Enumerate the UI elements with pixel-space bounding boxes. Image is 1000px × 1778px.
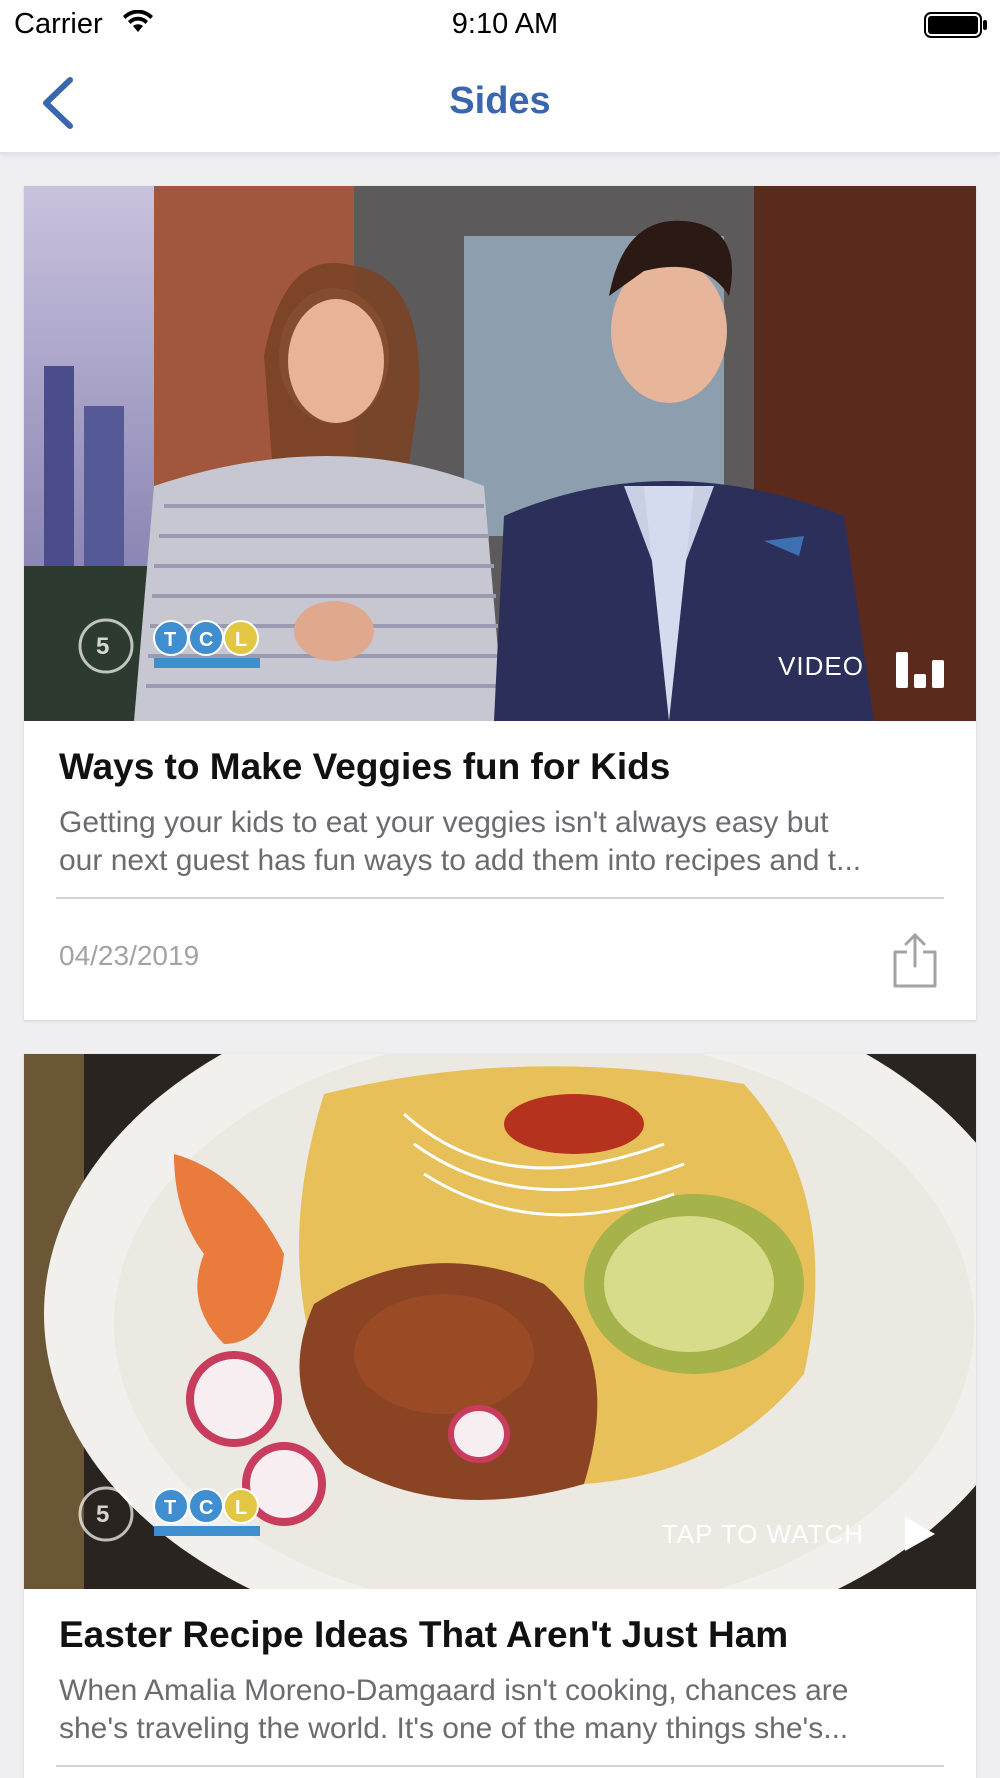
description-line: Getting your kids to eat your veggies is… [59, 806, 829, 839]
article-description: Getting your kids to eat your veggies is… [59, 804, 939, 880]
article-title[interactable]: Ways to Make Veggies fun for Kids [59, 746, 939, 788]
description-line: she's traveling the world. It's one of t… [59, 1712, 849, 1745]
divider [56, 897, 944, 899]
battery-icon [924, 12, 987, 38]
article-date: 04/23/2019 [59, 940, 200, 971]
page-title: Sides [449, 80, 551, 122]
status-bar: Carrier 9:10 AM [0, 0, 1000, 50]
svg-text:5: 5 [96, 633, 109, 660]
svg-text:L: L [235, 1497, 247, 1519]
divider [56, 1765, 944, 1767]
status-time: 9:10 AM [451, 8, 559, 40]
svg-text:5: 5 [96, 1501, 109, 1528]
article-description: When Amalia Moreno-Damgaard isn't cookin… [59, 1672, 939, 1748]
svg-text:T: T [164, 629, 176, 651]
video-thumbnail[interactable]: 5 T C L VIDEO [24, 186, 976, 721]
tcl-logo-icon: 5 T C L [78, 618, 260, 674]
article-card[interactable]: 5 T C L TAP TO WATCH Easter Recipe Ideas… [24, 1054, 976, 1778]
article-title[interactable]: Easter Recipe Ideas That Aren't Just Ham [59, 1614, 939, 1656]
svg-text:T: T [164, 1497, 176, 1519]
video-bars-icon [896, 652, 944, 688]
video-label: VIDEO [778, 651, 864, 681]
svg-text:C: C [199, 629, 213, 651]
play-icon[interactable] [902, 1514, 938, 1554]
share-icon[interactable] [892, 930, 938, 988]
article-card[interactable]: 5 T C L VIDEO Ways to Make Veggies fun f… [24, 186, 976, 1020]
tcl-logo-icon: 5 T C L [78, 1486, 260, 1542]
navigation-bar: Sides [0, 50, 1000, 154]
svg-text:C: C [199, 1497, 213, 1519]
description-line: When Amalia Moreno-Damgaard isn't cookin… [59, 1674, 849, 1707]
description-line: our next guest has fun ways to add them … [59, 844, 862, 877]
svg-text:L: L [235, 629, 247, 651]
tap-to-watch-label[interactable]: TAP TO WATCH [662, 1519, 864, 1550]
video-thumbnail[interactable]: 5 T C L TAP TO WATCH [24, 1054, 976, 1589]
